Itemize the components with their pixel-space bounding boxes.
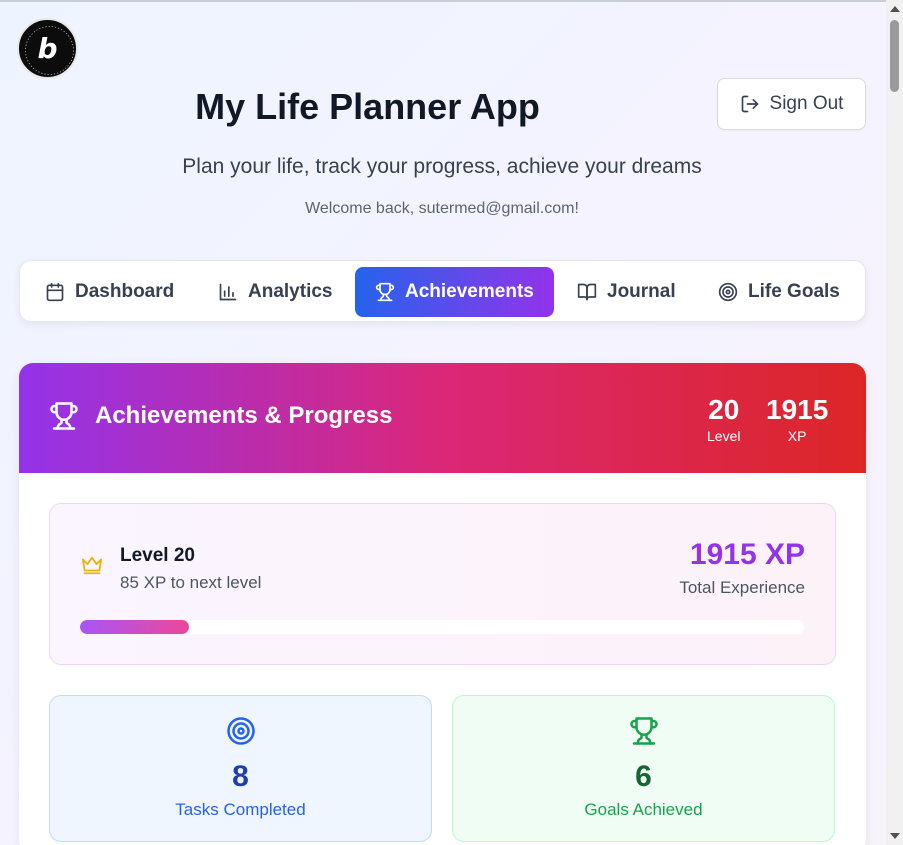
- total-xp-label: Total Experience: [679, 578, 805, 597]
- achievements-title-text: Achievements & Progress: [95, 402, 393, 429]
- calendar-icon: [46, 282, 64, 302]
- target-icon: [718, 282, 738, 302]
- tab-life-goals[interactable]: Life Goals: [698, 267, 860, 317]
- book-open-icon: [577, 283, 597, 301]
- header-xp-stat: 1915 XP: [766, 393, 828, 445]
- tab-label: Analytics: [248, 281, 333, 302]
- tasks-completed-label: Tasks Completed: [175, 800, 306, 819]
- tasks-completed-card: 8 Tasks Completed: [49, 695, 432, 842]
- scrollbar-thumb[interactable]: [890, 20, 899, 92]
- sign-out-label: Sign Out: [769, 93, 844, 114]
- tagline: Plan your life, track your progress, ach…: [182, 155, 702, 178]
- bolt-badge-logo[interactable]: b: [17, 18, 78, 79]
- page-scrollbar[interactable]: [886, 0, 903, 845]
- level-progress-track: [80, 620, 804, 634]
- header-level-stat: 20 Level: [707, 393, 740, 445]
- tab-dashboard[interactable]: Dashboard: [25, 267, 194, 317]
- scroll-down-arrow-icon[interactable]: [890, 833, 900, 839]
- goals-achieved-label: Goals Achieved: [584, 800, 703, 819]
- window-top-border: [0, 0, 903, 2]
- log-out-icon: [741, 95, 758, 113]
- tab-label: Dashboard: [75, 281, 175, 302]
- header-level-value: 20: [708, 394, 740, 425]
- trophy-icon: [629, 717, 658, 745]
- level-subtitle: 85 XP to next level: [120, 573, 262, 592]
- crown-icon: [81, 556, 103, 575]
- main-nav: Dashboard Analytics Achievements Journal…: [19, 260, 866, 322]
- tab-journal[interactable]: Journal: [557, 267, 696, 317]
- level-title: Level 20: [120, 545, 195, 566]
- tab-label: Life Goals: [748, 281, 840, 302]
- level-progress-fill: [80, 620, 189, 634]
- bar-chart-icon: [219, 283, 237, 301]
- achievements-card: Achievements & Progress 20 Level 1915 XP…: [19, 363, 866, 845]
- tab-analytics[interactable]: Analytics: [198, 267, 352, 317]
- tab-label: Achievements: [405, 281, 534, 302]
- header-level-label: Level: [707, 428, 741, 444]
- goals-achieved-value: 6: [635, 760, 652, 793]
- sign-out-button[interactable]: Sign Out: [717, 78, 866, 130]
- tab-achievements[interactable]: Achievements: [355, 267, 554, 317]
- app-title: My Life Planner App: [195, 86, 540, 127]
- goals-achieved-card: 6 Goals Achieved: [452, 695, 835, 842]
- level-progress-box: Level 20 85 XP to next level 1915 XP Tot…: [49, 503, 836, 665]
- badge-letter: b: [37, 31, 58, 65]
- tab-label: Journal: [607, 281, 676, 302]
- total-xp-value: 1915 XP: [689, 538, 805, 571]
- target-icon: [226, 717, 255, 745]
- trophy-icon: [375, 282, 395, 302]
- trophy-icon: [50, 402, 78, 430]
- achievements-header: Achievements & Progress 20 Level 1915 XP: [19, 363, 866, 473]
- tasks-completed-value: 8: [232, 760, 249, 793]
- welcome-message: Welcome back, sutermed@gmail.com!: [305, 200, 579, 217]
- header-xp-value: 1915: [766, 394, 829, 425]
- achievements-title: Achievements & Progress: [49, 401, 392, 431]
- header-xp-label: XP: [787, 428, 807, 444]
- scroll-up-arrow-icon[interactable]: [890, 6, 900, 12]
